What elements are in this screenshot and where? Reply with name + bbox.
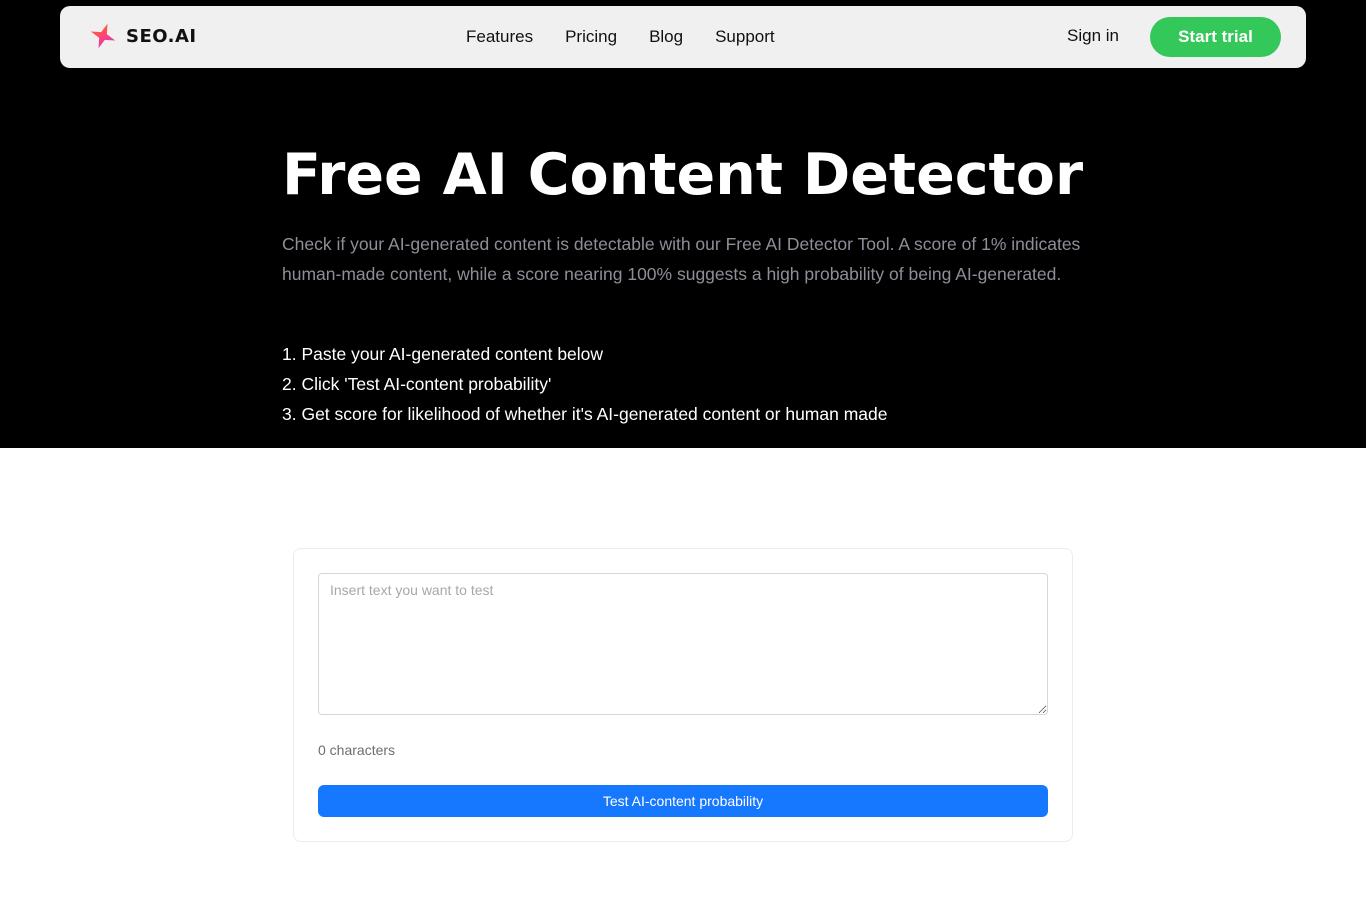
nav-link-features[interactable]: Features [466,27,533,47]
top-navbar: SEO.AI Features Pricing Blog Support Sig… [60,6,1306,68]
instruction-step: 1. Paste your AI-generated content below [282,344,604,364]
content-text-input[interactable] [318,573,1048,715]
nav-link-blog[interactable]: Blog [649,27,683,47]
nav-link-support[interactable]: Support [715,27,775,47]
detector-card: 0 characters Test AI-content probability [293,548,1073,842]
test-ai-content-button[interactable]: Test AI-content probability [318,785,1048,817]
start-trial-button[interactable]: Start trial [1150,17,1281,57]
hero-description: Check if your AI-generated content is de… [282,234,1081,284]
page-title: Free AI Content Detector [282,142,1084,208]
seo-ai-star-logo-icon [88,21,118,51]
brand-name: SEO.AI [126,25,197,47]
nav-link-pricing[interactable]: Pricing [565,27,617,47]
instruction-step: 3. Get score for likelihood of whether i… [282,404,888,424]
instruction-step: 2. Click 'Test AI-content probability' [282,374,552,394]
nav-links: Features Pricing Blog Support [466,6,807,68]
hero-section: SEO.AI Features Pricing Blog Support Sig… [0,0,1366,448]
instruction-steps: 1. Paste your AI-generated content below… [282,339,888,429]
sign-in-link[interactable]: Sign in [1067,26,1119,46]
character-count: 0 characters [318,742,396,758]
brand-logo[interactable]: SEO.AI [88,21,197,51]
